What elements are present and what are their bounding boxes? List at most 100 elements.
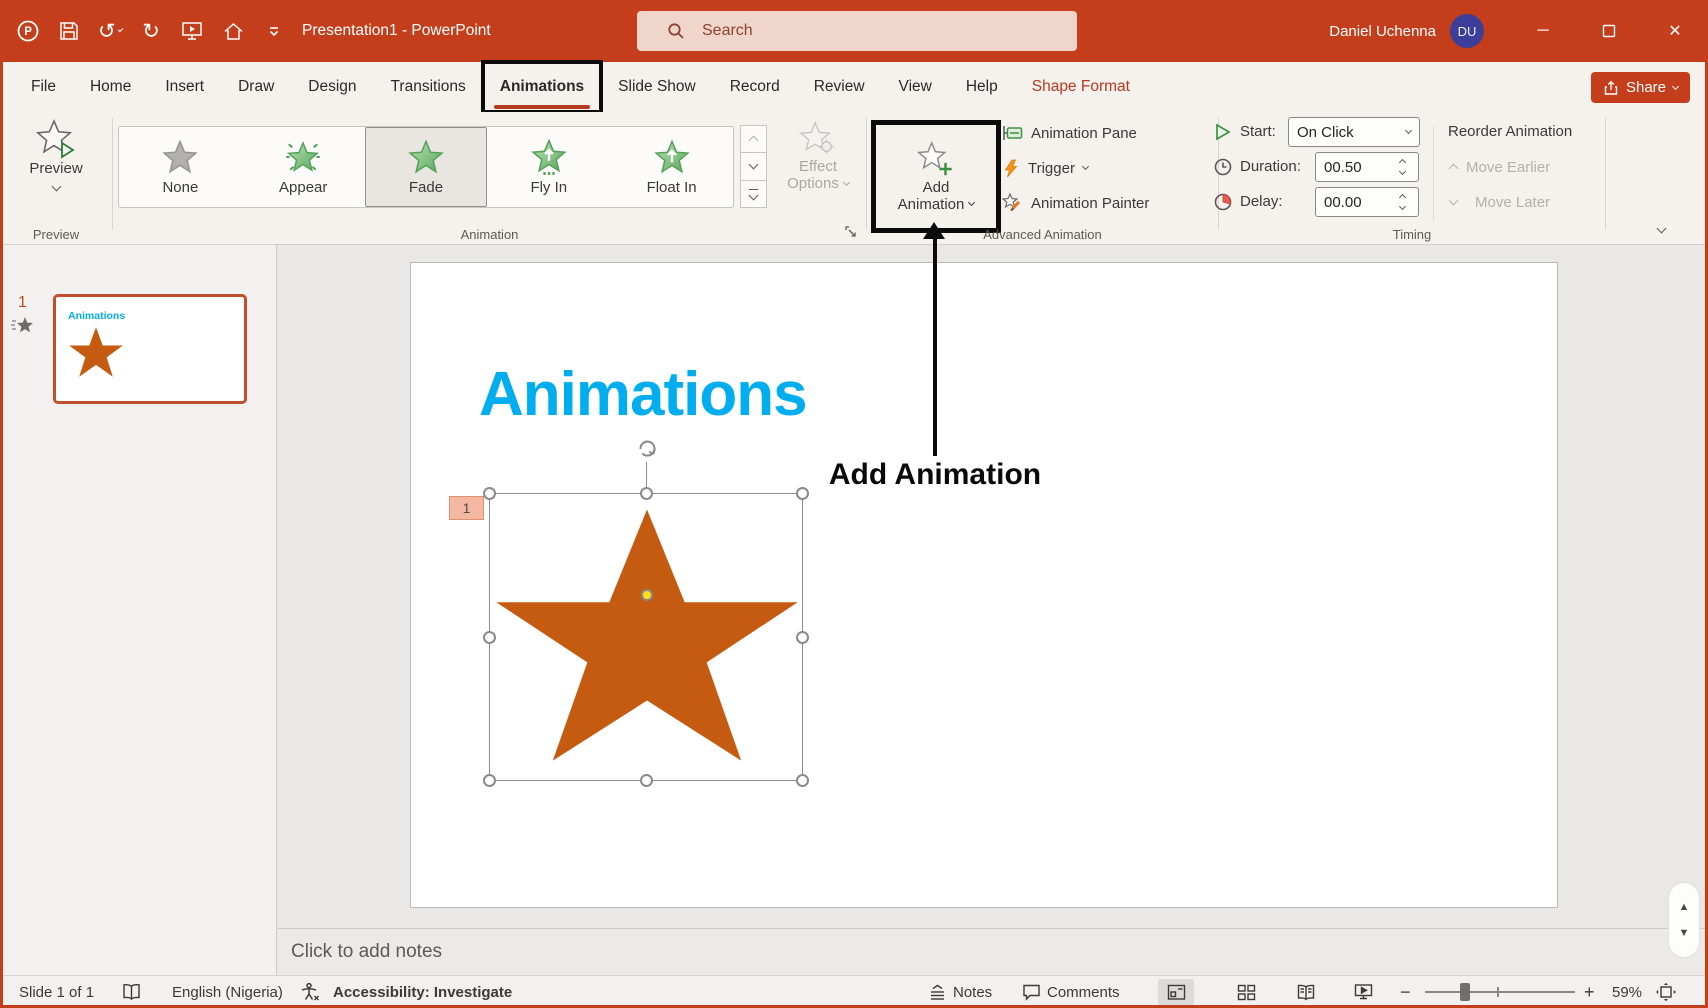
- share-button[interactable]: Share: [1590, 72, 1690, 103]
- user-name[interactable]: Daniel Uchenna: [1329, 23, 1436, 40]
- tab-slide-show[interactable]: Slide Show: [601, 62, 713, 112]
- start-select[interactable]: On Click: [1288, 117, 1420, 147]
- tab-animations[interactable]: Animations: [480, 60, 604, 114]
- tab-view[interactable]: View: [882, 62, 949, 112]
- animation-painter-button[interactable]: Animation Painter: [1002, 188, 1149, 218]
- normal-view-button[interactable]: [1158, 979, 1194, 1005]
- next-slide-button[interactable]: ▼: [1679, 927, 1690, 939]
- tab-review[interactable]: Review: [797, 62, 882, 112]
- preview-button[interactable]: Preview: [0, 118, 112, 192]
- resize-handle-sw[interactable]: [483, 774, 496, 787]
- tab-shape-format[interactable]: Shape Format: [1015, 62, 1147, 112]
- tab-draw[interactable]: Draw: [221, 62, 291, 112]
- tab-insert[interactable]: Insert: [148, 62, 221, 112]
- close-button[interactable]: ✕: [1642, 0, 1708, 62]
- duration-input[interactable]: 00.50: [1315, 152, 1419, 182]
- fit-to-window-button[interactable]: [1655, 976, 1677, 1008]
- svg-text:P: P: [24, 26, 32, 38]
- move-earlier-label: Move Earlier: [1466, 158, 1551, 176]
- slide-title-text[interactable]: Animations: [479, 359, 808, 430]
- animation-indicator-icon[interactable]: [10, 315, 36, 335]
- reading-view-button[interactable]: [1288, 979, 1324, 1005]
- language-indicator[interactable]: English (Nigeria): [172, 976, 283, 1008]
- accessibility-status[interactable]: Accessibility: Investigate: [333, 976, 512, 1008]
- add-animation-icon: [916, 140, 952, 175]
- rotate-handle[interactable]: [635, 436, 659, 460]
- zoom-in-button[interactable]: +: [1584, 976, 1595, 1008]
- home-icon[interactable]: [221, 19, 245, 43]
- effect-options-line2: Options: [787, 175, 850, 192]
- animation-number-badge[interactable]: 1: [449, 496, 484, 520]
- search-input[interactable]: Search: [637, 11, 1077, 51]
- tab-home[interactable]: Home: [73, 62, 148, 112]
- tab-help[interactable]: Help: [949, 62, 1015, 112]
- resize-handle-e[interactable]: [796, 631, 809, 644]
- move-earlier-button[interactable]: Move Earlier: [1448, 152, 1551, 182]
- gallery-scroll-up-button[interactable]: [740, 125, 767, 154]
- animation-effect-fly-in[interactable]: Fly In: [487, 127, 610, 207]
- animation-effect-appear[interactable]: Appear: [242, 127, 365, 207]
- previous-slide-button[interactable]: ▲: [1679, 901, 1690, 913]
- slideshow-view-button[interactable]: [1345, 979, 1381, 1005]
- title-bar: P ↺ ↻ Presentation1 - PowerPoint Search: [0, 0, 1708, 62]
- delay-spinner[interactable]: [1398, 193, 1410, 211]
- gallery-scroll-controls: [740, 125, 767, 208]
- undo-icon[interactable]: ↺: [98, 19, 124, 43]
- notes-toggle[interactable]: Notes: [928, 976, 992, 1008]
- tab-transitions[interactable]: Transitions: [374, 62, 483, 112]
- delay-value: 00.00: [1324, 193, 1362, 211]
- effect-options-button[interactable]: Effect Options: [772, 120, 864, 192]
- add-animation-highlight-box: Add Animation: [871, 120, 1001, 233]
- minimize-button[interactable]: ─: [1510, 0, 1576, 62]
- resize-handle-w[interactable]: [483, 631, 496, 644]
- start-slideshow-icon[interactable]: [180, 19, 204, 43]
- trigger-icon: [1004, 159, 1018, 177]
- zoom-out-button[interactable]: −: [1400, 976, 1411, 1008]
- slide-sorter-view-button[interactable]: [1228, 979, 1264, 1005]
- resize-handle-nw[interactable]: [483, 487, 496, 500]
- tab-record[interactable]: Record: [713, 62, 797, 112]
- move-earlier-icon: [1448, 163, 1459, 174]
- trigger-button[interactable]: Trigger: [1002, 153, 1090, 183]
- slide-indicator[interactable]: Slide 1 of 1: [19, 976, 94, 1008]
- resize-handle-n[interactable]: [640, 487, 653, 500]
- resize-handle-s[interactable]: [640, 774, 653, 787]
- slide-thumbnail-1[interactable]: Animations: [53, 294, 247, 404]
- customize-qat-chevron-icon[interactable]: [262, 19, 286, 43]
- add-animation-button[interactable]: Add Animation: [898, 140, 976, 213]
- zoom-slider-thumb[interactable]: [1460, 983, 1470, 1001]
- thumbnail-slide-number: 1: [18, 294, 27, 311]
- start-icon: [1216, 123, 1231, 141]
- tab-design[interactable]: Design: [291, 62, 373, 112]
- gallery-scroll-down-button[interactable]: [740, 152, 767, 181]
- slide-canvas[interactable]: Animations 1: [410, 262, 1558, 908]
- preview-label: Preview: [29, 160, 83, 177]
- notes-pane[interactable]: Click to add notes: [278, 928, 1708, 975]
- tab-file[interactable]: File: [14, 62, 73, 112]
- powerpoint-logo-icon[interactable]: P: [16, 19, 40, 43]
- group-label-animation: Animation: [460, 227, 519, 242]
- resize-handle-se[interactable]: [796, 774, 809, 787]
- animation-pane-button[interactable]: Animation Pane: [1002, 118, 1137, 148]
- animation-effect-none[interactable]: None: [119, 127, 242, 207]
- duration-spinner[interactable]: [1398, 158, 1410, 176]
- spell-check-icon[interactable]: [122, 976, 141, 1008]
- comments-toggle[interactable]: Comments: [1022, 976, 1120, 1008]
- animation-dialog-launcher-icon[interactable]: [845, 226, 856, 237]
- animation-effect-float-in[interactable]: Float In: [610, 127, 733, 207]
- shape-adjust-handle[interactable]: [641, 589, 653, 601]
- animation-effect-fade[interactable]: Fade: [364, 127, 488, 207]
- delay-input[interactable]: 00.00: [1315, 187, 1419, 217]
- zoom-slider-track[interactable]: [1425, 991, 1575, 993]
- maximize-button[interactable]: [1576, 0, 1642, 62]
- collapse-ribbon-icon[interactable]: [1656, 223, 1667, 234]
- slide-star-shape[interactable]: [496, 509, 798, 761]
- gallery-more-button[interactable]: [740, 179, 767, 208]
- search-icon: [667, 22, 685, 40]
- redo-icon[interactable]: ↻: [139, 19, 163, 43]
- avatar[interactable]: DU: [1450, 14, 1484, 48]
- move-later-button[interactable]: Move Later: [1448, 187, 1550, 217]
- save-icon[interactable]: [57, 19, 81, 43]
- zoom-percent[interactable]: 59%: [1612, 976, 1642, 1008]
- shape-selection-box[interactable]: [483, 440, 809, 787]
